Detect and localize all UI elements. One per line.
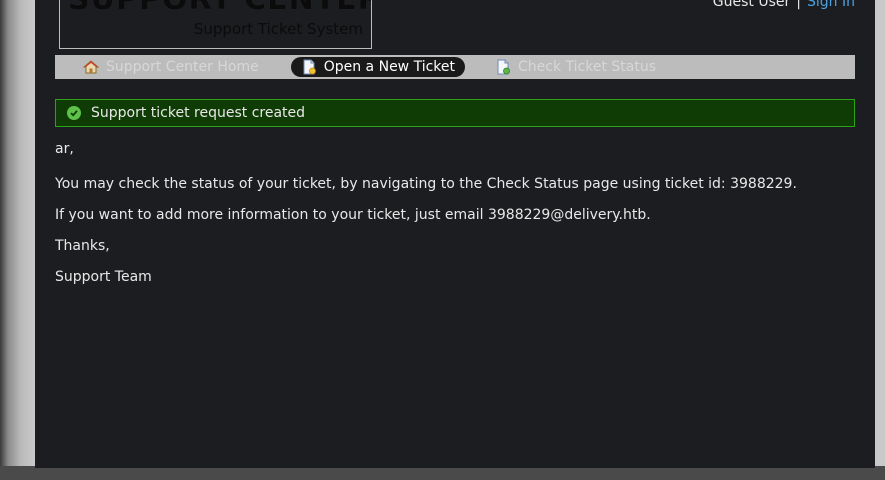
status-instructions: You may check the status of your ticket,…	[55, 176, 797, 192]
email-instructions: If you want to add more information to y…	[55, 207, 651, 223]
guest-user-label: Guest User	[712, 0, 791, 10]
nav-item-home[interactable]: Support Center Home	[75, 57, 269, 77]
ticket-status-icon	[495, 59, 511, 75]
logo-subtitle: Support Ticket System	[193, 20, 363, 38]
userbar-separator: |	[796, 0, 801, 10]
home-icon	[82, 59, 100, 75]
nav-item-new-ticket[interactable]: Open a New Ticket	[290, 57, 465, 77]
closing-thanks: Thanks,	[55, 238, 110, 254]
check-circle-icon	[67, 106, 81, 120]
nav-item-check-status[interactable]: Check Ticket Status	[487, 57, 666, 77]
nav-item-label: Check Ticket Status	[518, 59, 656, 75]
main-nav: Support Center Home Open a New Ticket Ch…	[55, 55, 855, 79]
site-logo[interactable]: SUPPORT CENTER Support Ticket System	[59, 0, 372, 49]
signature-text: Support Team	[55, 269, 152, 285]
alert-message: Support ticket request created	[91, 105, 306, 121]
sign-in-link[interactable]: Sign In	[807, 0, 855, 10]
new-ticket-icon	[301, 59, 317, 75]
nav-item-label: Open a New Ticket	[323, 59, 455, 75]
logo-title: SUPPORT CENTER	[68, 0, 371, 17]
greeting-text: ar,	[55, 141, 74, 157]
page-footer-strip	[0, 466, 885, 480]
nav-item-label: Support Center Home	[106, 59, 259, 75]
main-container: SUPPORT CENTER Support Ticket System Gue…	[35, 0, 875, 468]
success-alert: Support ticket request created	[55, 99, 855, 127]
user-bar: Guest User | Sign In	[713, 0, 855, 10]
